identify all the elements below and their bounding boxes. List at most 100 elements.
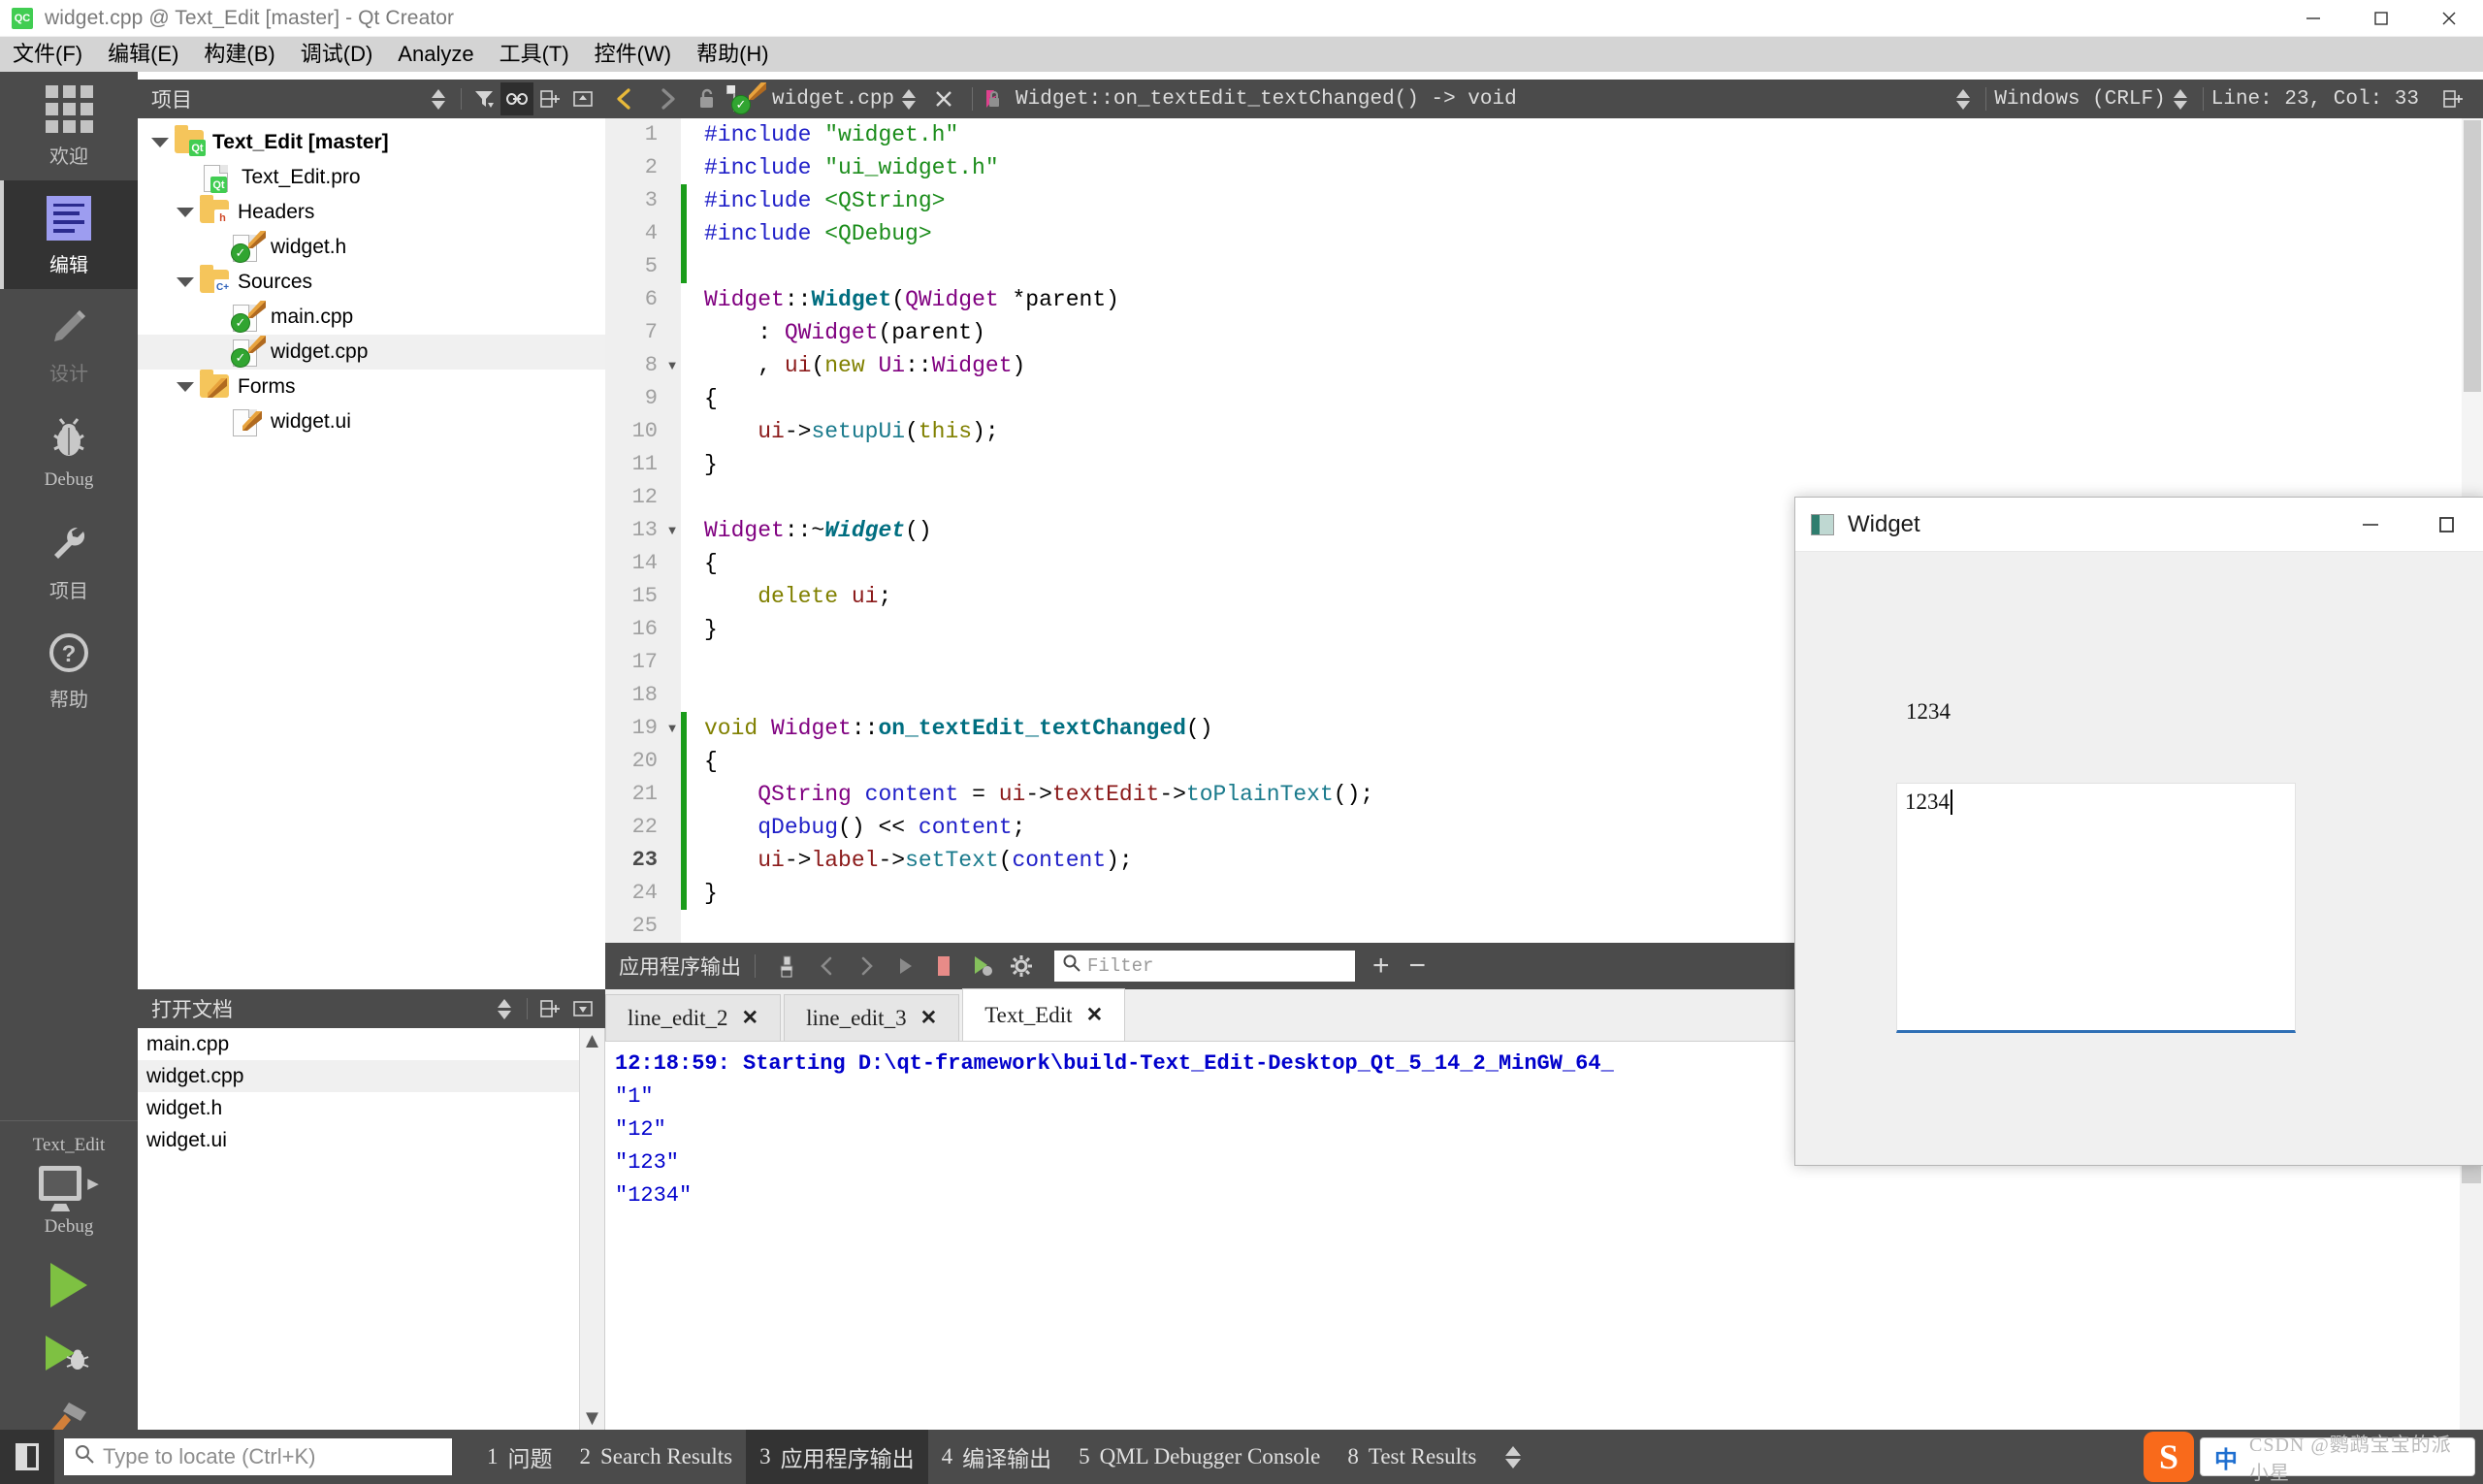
run-button[interactable]: [0, 1263, 138, 1307]
run-icon[interactable]: [886, 947, 924, 985]
sync-selector-icon[interactable]: [422, 82, 455, 115]
ime-toolbar[interactable]: 中 CSDN @鹦鹉宝宝的派小星: [2200, 1435, 2475, 1484]
sync-selector-icon[interactable]: [488, 992, 521, 1025]
unlocked-icon[interactable]: [687, 80, 727, 118]
widget-maximize-button[interactable]: [2408, 498, 2483, 552]
code-line[interactable]: 11}: [605, 448, 2483, 481]
toggle-sidebar-button[interactable]: [0, 1430, 54, 1484]
stop-icon[interactable]: [924, 947, 963, 985]
tab-line-edit-3[interactable]: line_edit_3 ✕: [784, 994, 960, 1041]
scrollbar-thumb[interactable]: [2464, 120, 2481, 392]
code-line[interactable]: 2 #include "ui_widget.h": [605, 151, 2483, 184]
close-icon[interactable]: ✕: [1086, 1003, 1104, 1027]
menu-build[interactable]: 构建(B): [191, 37, 287, 72]
link-icon[interactable]: [500, 82, 533, 115]
tree-item-forms[interactable]: Forms: [138, 370, 605, 404]
fold-toggle-icon[interactable]: ▼: [663, 514, 681, 547]
code-line[interactable]: 8 ▼ , ui(new Ui::Widget): [605, 349, 2483, 382]
line-ending-spinner[interactable]: [2166, 88, 2195, 110]
list-item[interactable]: main.cpp: [138, 1028, 604, 1060]
menu-widgets[interactable]: 控件(W): [582, 37, 684, 72]
status-item-issues[interactable]: 1 问题: [473, 1430, 566, 1484]
forward-button[interactable]: [646, 80, 687, 118]
filter-icon[interactable]: [468, 82, 500, 115]
list-item[interactable]: widget.h: [138, 1092, 604, 1124]
prev-item-icon[interactable]: [808, 947, 847, 985]
kit-selector[interactable]: Text_Edit ▶ Debug: [0, 1120, 138, 1238]
close-split-icon[interactable]: [566, 992, 599, 1025]
widget-textedit[interactable]: 1234: [1896, 783, 2296, 1033]
code-line[interactable]: 7 : QWidget(parent): [605, 316, 2483, 349]
debug-run-icon[interactable]: [963, 947, 1002, 985]
tree-item-pro-file[interactable]: Qt Text_Edit.pro: [138, 160, 605, 195]
line-ending-label[interactable]: Windows (CRLF): [1994, 88, 2165, 111]
close-button[interactable]: [2415, 0, 2483, 37]
next-item-icon[interactable]: [847, 947, 886, 985]
mode-projects[interactable]: 项目: [0, 506, 138, 615]
back-button[interactable]: [605, 80, 646, 118]
chevron-down-icon[interactable]: [177, 382, 194, 392]
mode-design[interactable]: 设计: [0, 289, 138, 398]
code-line[interactable]: 1 #include "widget.h": [605, 118, 2483, 151]
tree-item-project[interactable]: Qt Text_Edit [master]: [138, 125, 605, 160]
split-icon[interactable]: [533, 992, 566, 1025]
menu-tools[interactable]: 工具(T): [487, 37, 582, 72]
code-line[interactable]: 9{: [605, 382, 2483, 415]
widget-app-window[interactable]: Widget 1234 1234: [1794, 497, 2483, 1166]
add-output-button[interactable]: +: [1372, 952, 1390, 981]
status-item-search-results[interactable]: 2 Search Results: [566, 1430, 747, 1484]
status-item-application-output[interactable]: 3 应用程序输出: [746, 1430, 928, 1484]
split-icon[interactable]: [533, 82, 566, 115]
symbol-selector[interactable]: Widget::on_textEdit_textChanged() -> voi…: [981, 86, 1517, 112]
widget-minimize-button[interactable]: [2333, 498, 2408, 552]
tab-line-edit-2[interactable]: line_edit_2 ✕: [605, 994, 782, 1041]
code-line[interactable]: 3 #include <QString>: [605, 184, 2483, 217]
close-split-icon[interactable]: [566, 82, 599, 115]
chevron-down-icon[interactable]: [177, 208, 194, 217]
settings-gear-icon[interactable]: [1002, 947, 1041, 985]
code-line[interactable]: 10 ui->setupUi(this);: [605, 415, 2483, 448]
tree-item-widget-cpp[interactable]: ✓ widget.cpp: [138, 335, 605, 370]
chevron-down-icon[interactable]: [151, 138, 169, 147]
menu-help[interactable]: 帮助(H): [684, 37, 782, 72]
clear-output-icon[interactable]: [769, 947, 808, 985]
status-item-compile-output[interactable]: 4 编译输出: [928, 1430, 1066, 1484]
maximize-button[interactable]: [2347, 0, 2415, 37]
open-documents-scrollbar[interactable]: ▲ ▼: [579, 1028, 604, 1431]
scroll-up-icon[interactable]: ▲: [580, 1028, 604, 1053]
list-item[interactable]: widget.cpp: [138, 1060, 604, 1092]
code-line[interactable]: 4 #include <QDebug>: [605, 217, 2483, 250]
menu-edit[interactable]: 编辑(E): [95, 37, 191, 72]
tree-item-widget-h[interactable]: ✓ widget.h: [138, 230, 605, 265]
code-line[interactable]: 5: [605, 250, 2483, 283]
ime-logo-icon[interactable]: S: [2144, 1432, 2194, 1482]
tree-item-main-cpp[interactable]: ✓ main.cpp: [138, 300, 605, 335]
mode-edit[interactable]: 编辑: [0, 180, 138, 289]
tab-text-edit[interactable]: Text_Edit ✕: [962, 988, 1126, 1041]
scroll-down-icon[interactable]: ▼: [580, 1405, 604, 1431]
menu-analyze[interactable]: Analyze: [385, 37, 486, 72]
menu-file[interactable]: 文件(F): [0, 37, 95, 72]
minimize-button[interactable]: [2279, 0, 2347, 37]
ime-mode-label[interactable]: 中: [2214, 1440, 2238, 1474]
close-icon[interactable]: ✕: [741, 1006, 758, 1030]
output-pane-spinner[interactable]: [1505, 1445, 1522, 1468]
status-item-qml-debugger-console[interactable]: 5 QML Debugger Console: [1065, 1430, 1334, 1484]
close-icon[interactable]: ✕: [920, 1006, 938, 1030]
split-editor-button[interactable]: [2433, 80, 2473, 118]
chevron-down-icon[interactable]: [177, 277, 194, 287]
editor-file-selector[interactable]: ✓ widget.cpp: [727, 82, 894, 114]
status-item-test-results[interactable]: 8 Test Results: [1334, 1430, 1490, 1484]
locator-input[interactable]: Type to locate (Ctrl+K): [64, 1438, 452, 1475]
debug-button[interactable]: [0, 1333, 138, 1373]
tree-item-sources[interactable]: C+ Sources: [138, 265, 605, 300]
fold-toggle-icon[interactable]: ▼: [663, 349, 681, 382]
tree-item-headers[interactable]: h Headers: [138, 195, 605, 230]
tree-item-widget-ui[interactable]: widget.ui: [138, 404, 605, 439]
file-selector-spinner[interactable]: [894, 88, 923, 110]
list-item[interactable]: widget.ui: [138, 1124, 604, 1156]
mode-help[interactable]: ? 帮助: [0, 615, 138, 724]
close-editor-button[interactable]: [923, 80, 964, 118]
remove-output-button[interactable]: −: [1409, 952, 1427, 981]
symbol-selector-spinner[interactable]: [1949, 88, 1978, 110]
